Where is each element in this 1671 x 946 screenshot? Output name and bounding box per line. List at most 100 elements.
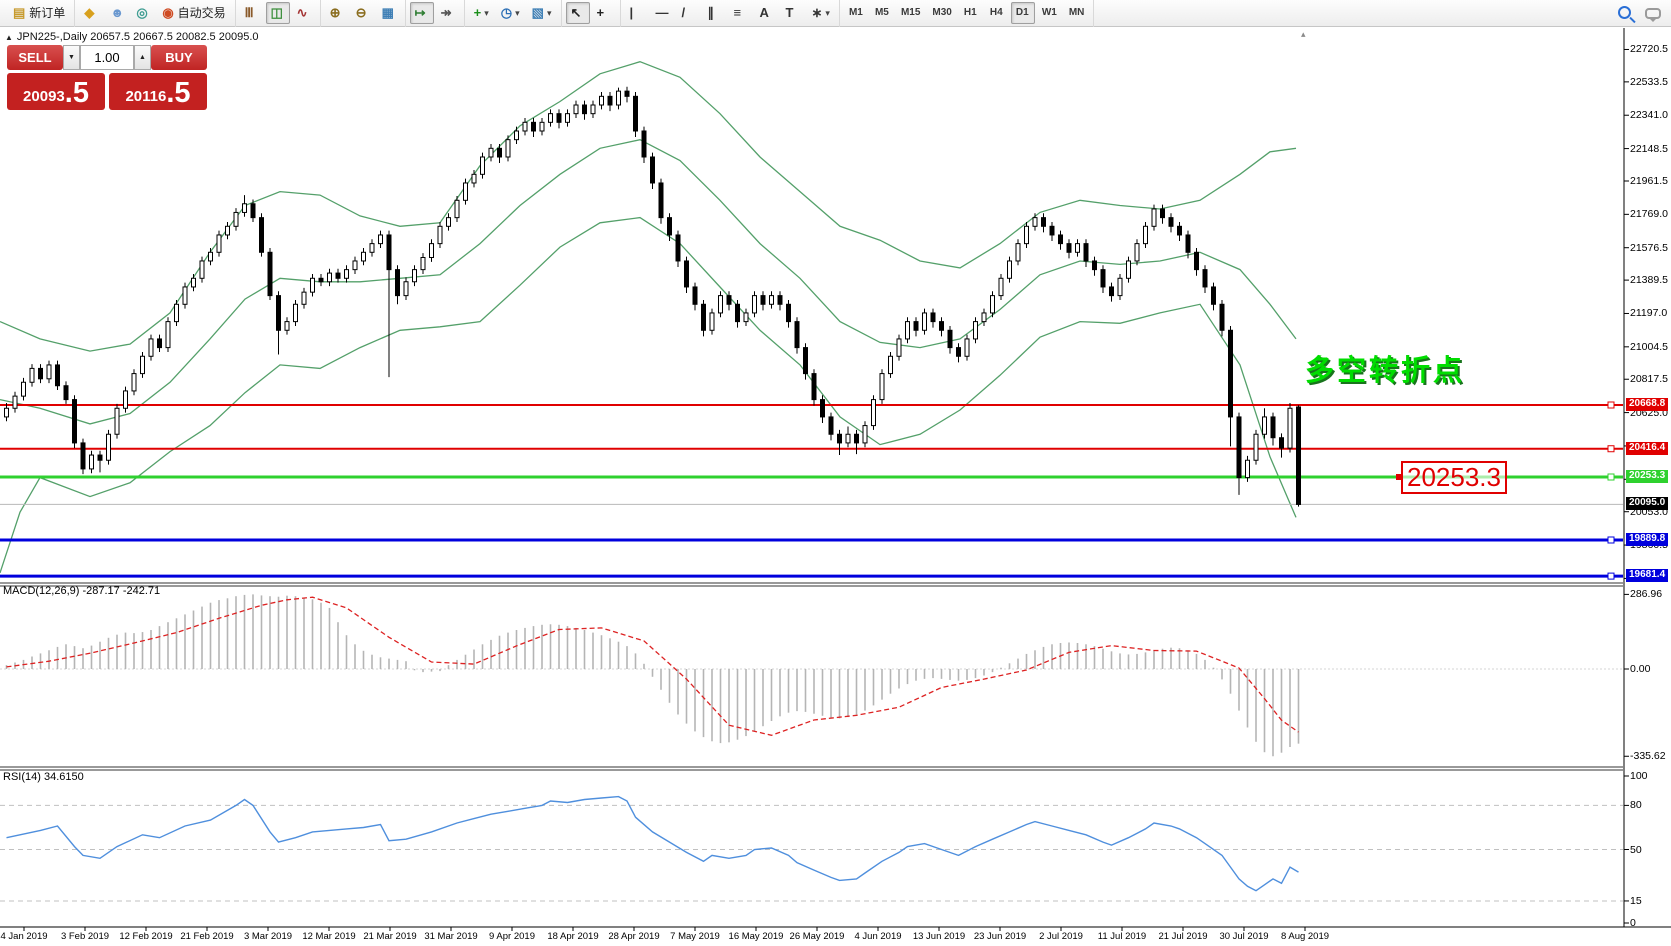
candle-body	[1161, 209, 1165, 218]
level-annotation-box[interactable]: 20253.3	[1401, 461, 1507, 494]
candle-body	[132, 374, 136, 391]
candle-body	[982, 313, 986, 322]
hline-price-label[interactable]: 20253.3	[1626, 470, 1668, 483]
sell-button[interactable]: SELL	[7, 45, 63, 70]
hline-handle[interactable]	[1608, 402, 1614, 408]
sell-price-box[interactable]: 20093 .5	[7, 73, 105, 110]
candle-body	[336, 273, 340, 278]
candle-body	[481, 157, 485, 174]
community-icon[interactable]: ☻	[105, 2, 129, 24]
channel-button[interactable]: ∥	[703, 2, 727, 24]
candle-body	[1059, 235, 1063, 244]
chart-shift-button[interactable]: ↠	[436, 2, 460, 24]
rsi-tick-label: 15	[1630, 895, 1642, 907]
candle-body	[5, 408, 9, 417]
chevron-down-icon: ▾	[825, 3, 830, 23]
candle-body	[234, 212, 238, 226]
cursor-button[interactable]: ↖	[566, 2, 590, 24]
candle-body	[1220, 304, 1224, 330]
candle-body	[1118, 278, 1122, 295]
candle-body	[166, 322, 170, 348]
buy-price-main: 20116	[125, 86, 166, 108]
candle-body	[889, 356, 893, 373]
candle-body	[1076, 244, 1080, 253]
candle-body	[914, 322, 918, 331]
chart-line-button[interactable]: ∿	[292, 2, 316, 24]
chart-candles-button[interactable]: ◫	[266, 2, 290, 24]
candle-body	[1093, 261, 1097, 270]
tile-windows-button[interactable]: ▦	[377, 2, 401, 24]
hline-handle[interactable]	[1608, 474, 1614, 480]
chart-shift-icon: ↠	[441, 3, 452, 23]
timeframe-m1-button[interactable]: M1	[844, 2, 868, 24]
text-button[interactable]: A	[755, 2, 779, 24]
buy-button[interactable]: BUY	[151, 45, 207, 70]
auto-scroll-button[interactable]: ↦	[410, 2, 434, 24]
crosshair-button[interactable]: +	[592, 2, 616, 24]
candle-body	[1152, 209, 1156, 226]
arrows-button[interactable]: ∗▾	[807, 2, 835, 24]
chat-icon[interactable]	[1645, 8, 1661, 19]
trendline-button[interactable]: /	[677, 2, 701, 24]
signals-icon[interactable]: ◎	[131, 2, 155, 24]
candle-body	[30, 368, 34, 382]
candle-body	[149, 339, 153, 356]
hline-price-label[interactable]: 20416.4	[1626, 442, 1668, 455]
timeframe-m15-button[interactable]: M15	[896, 2, 925, 24]
new-order-button[interactable]: ▤新订单	[8, 2, 70, 24]
vertical-line-button[interactable]: |	[625, 2, 649, 24]
fibonacci-button[interactable]: ≡	[729, 2, 753, 24]
rsi-tick-label: 80	[1630, 799, 1642, 811]
candle-body	[906, 322, 910, 339]
volume-input[interactable]: 1.00	[80, 45, 134, 70]
chart-bars-button[interactable]: Ⅲ	[240, 2, 264, 24]
volume-increase-button[interactable]: ▲	[134, 45, 151, 70]
indicators-button[interactable]: +▾	[469, 2, 494, 24]
date-label: 21 Feb 2019	[180, 931, 233, 942]
signals-icon-icon: ◎	[136, 3, 147, 23]
timeframe-h4-button[interactable]: H4	[985, 2, 1009, 24]
autotrading-button[interactable]: ◉自动交易	[157, 2, 230, 24]
candle-body	[676, 235, 680, 261]
hline-handle[interactable]	[1608, 446, 1614, 452]
hline-price-label[interactable]: 19889.8	[1626, 533, 1668, 546]
candle-body	[209, 252, 213, 261]
fibonacci-icon: ≡	[734, 3, 742, 23]
search-icon[interactable]	[1618, 6, 1631, 19]
hline-handle[interactable]	[1608, 537, 1614, 543]
candle-body	[107, 434, 111, 460]
chart-shift-marker-icon[interactable]: ▴	[1301, 29, 1306, 40]
metaquotes-coin-icon[interactable]: ◆	[79, 2, 103, 24]
candle-body	[115, 408, 119, 434]
templates-button[interactable]: ▧▾	[527, 2, 557, 24]
zoom-in-button[interactable]: ⊕	[325, 2, 349, 24]
zoom-out-button[interactable]: ⊖	[351, 2, 375, 24]
periods-icon: ◷	[501, 3, 512, 23]
rsi-line	[7, 797, 1299, 891]
hline-handle[interactable]	[1608, 573, 1614, 579]
candle-body	[379, 235, 383, 244]
candle-body	[736, 304, 740, 321]
hline-price-label[interactable]: 20668.8	[1626, 398, 1668, 411]
timeframe-d1-button[interactable]: D1	[1011, 2, 1035, 24]
candle-body	[455, 200, 459, 217]
hline-price-label[interactable]: 19681.4	[1626, 569, 1668, 582]
timeframe-w1-button[interactable]: W1	[1037, 2, 1062, 24]
candle-body	[1195, 252, 1199, 269]
price-tick-label: 21576.5	[1630, 242, 1668, 254]
timeframe-m30-button[interactable]: M30	[927, 2, 956, 24]
text-label-button[interactable]: T	[781, 2, 805, 24]
horizontal-line-button[interactable]: —	[651, 2, 675, 24]
periods-button[interactable]: ◷▾	[496, 2, 525, 24]
candle-body	[1042, 218, 1046, 227]
timeframe-m5-button[interactable]: M5	[870, 2, 894, 24]
candle-body	[1110, 287, 1114, 296]
channel-icon: ∥	[708, 3, 715, 23]
timeframe-h1-button[interactable]: H1	[959, 2, 983, 24]
sell-price-main: 20093	[23, 86, 65, 108]
timeframe-mn-button[interactable]: MN	[1064, 2, 1090, 24]
date-label: 3 Feb 2019	[61, 931, 109, 942]
buy-price-box[interactable]: 20116 .5	[109, 73, 207, 110]
turning-point-annotation[interactable]: 多空转折点	[1305, 347, 1465, 389]
volume-decrease-button[interactable]: ▼	[63, 45, 80, 70]
